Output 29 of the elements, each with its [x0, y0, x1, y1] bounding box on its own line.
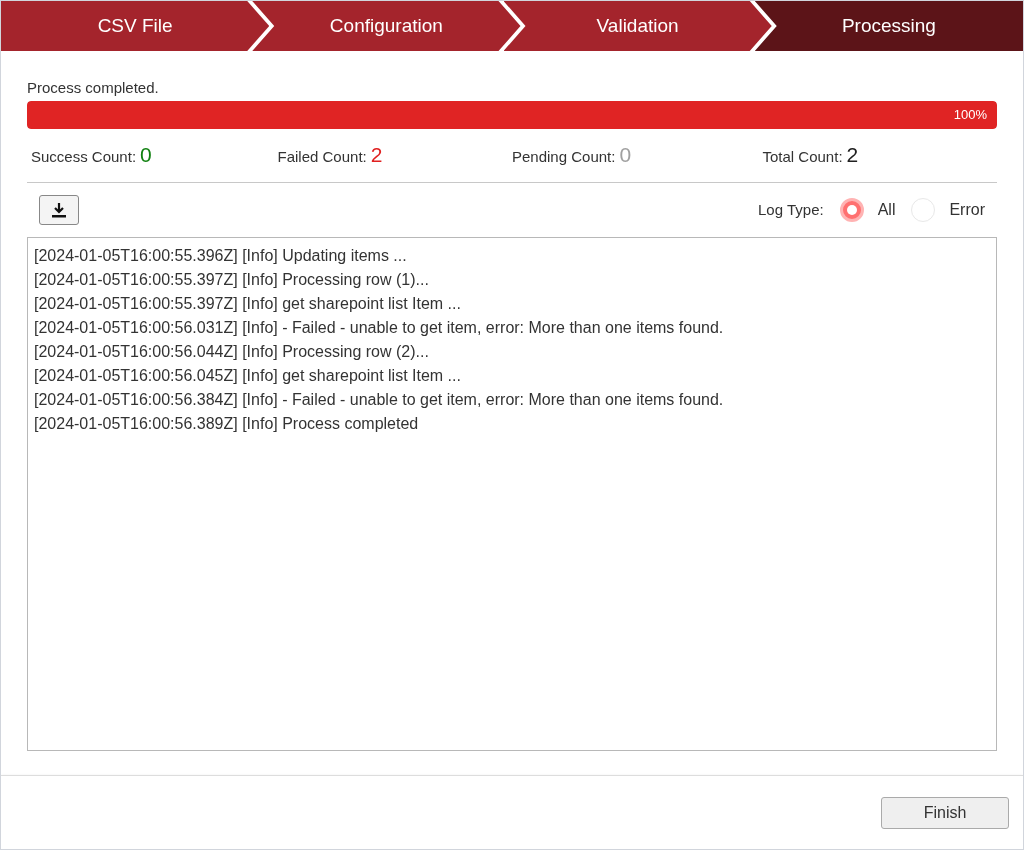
finish-button[interactable]: Finish — [881, 796, 1009, 829]
log-line: [2024-01-05T16:00:56.031Z] [Info] - Failed - unable to get item, error: More than one items found. — [34, 318, 725, 339]
progress-reading: 100% — [953, 106, 987, 124]
log-line: [2024-01-05T16:00:55.396Z] [Info] Updating items ... — [34, 246, 408, 267]
log-type-label: Log Type: — [758, 200, 824, 220]
log-line: [2024-01-05T16:00:56.044Z] [Info] Processing row (2)... — [34, 342, 430, 363]
download-button[interactable] — [39, 195, 79, 226]
download-icon — [50, 201, 68, 220]
count-label: Total Count: — [762, 146, 843, 167]
log-line: [2024-01-05T16:00:55.397Z] [Info] get sharepoint list Item ... — [34, 294, 462, 315]
log-line: [2024-01-05T16:00:56.045Z] [Info] get sharepoint list Item ... — [34, 366, 462, 387]
log-line: [2024-01-05T16:00:56.389Z] [Info] Process completed — [34, 414, 420, 435]
wizard-step[interactable]: CSV File — [1, 1, 270, 51]
count-value: 2 — [370, 141, 383, 168]
radio-label: All — [877, 200, 896, 221]
count-label: Success Count: — [31, 146, 137, 167]
wizard-step[interactable]: Validation — [503, 1, 772, 51]
radio-button[interactable] — [839, 198, 864, 223]
count-value: 0 — [619, 141, 632, 168]
wizard-step[interactable]: Configuration — [252, 1, 521, 51]
log-line: [2024-01-05T16:00:55.397Z] [Info] Processing row (1)... — [34, 270, 430, 291]
count-label: Failed Count: — [277, 146, 367, 167]
count-value: 0 — [140, 141, 152, 168]
wizard-step[interactable]: Processing — [754, 1, 1023, 51]
status-text: Process completed. — [27, 79, 160, 98]
radio-label: Error — [949, 200, 985, 221]
count-label: Pending Count: — [512, 146, 616, 167]
log-line: [2024-01-05T16:00:56.384Z] [Info] - Failed - unable to get item, error: More than one items found. — [34, 390, 725, 411]
count-value: 2 — [846, 141, 859, 168]
